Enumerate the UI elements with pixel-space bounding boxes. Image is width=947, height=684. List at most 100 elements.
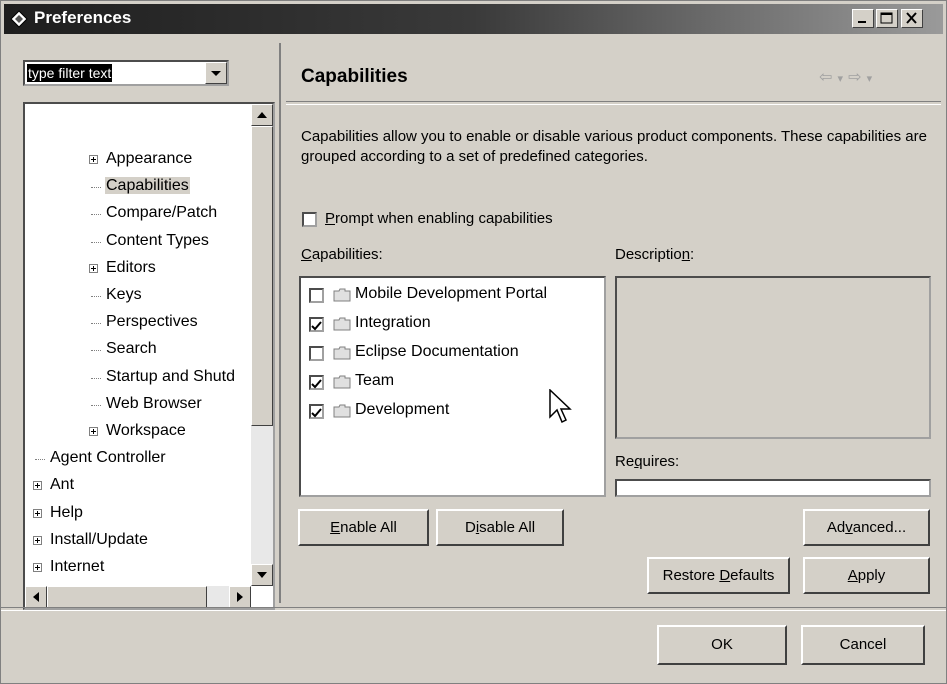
back-arrow-icon[interactable]: ⇦ [819,67,832,86]
tree-item-label: Keys [106,286,142,303]
tree-connector [91,187,101,189]
tree-item[interactable]: Web Browser [91,395,203,417]
prompt-label-text: rompt when enabling capabilities [335,210,553,227]
arrow-left-icon [33,592,39,602]
capability-label: Development [355,401,450,418]
expand-icon[interactable] [33,535,42,545]
window-title: Preferences [34,8,132,27]
expand-icon[interactable] [89,263,98,273]
minimize-button[interactable] [852,9,874,28]
scroll-thumb[interactable] [251,126,273,426]
scroll-down-button[interactable] [251,564,273,586]
tree-item[interactable]: Keys [91,286,143,308]
left-pane: type filter text Appearance Capabilities C… [9,43,275,610]
capability-label: Team [355,372,395,389]
tree-item[interactable]: Agent Controller [35,449,167,471]
requires-label-head: Re [615,453,635,470]
cancel-button[interactable]: Cancel [801,625,925,665]
advanced-tail: anced... [852,519,907,536]
folder-icon [333,375,351,389]
arrow-right-icon [237,592,243,602]
capability-checkbox[interactable] [309,346,324,361]
tree-horizontal-scrollbar[interactable] [25,586,251,608]
tree-item-label: Search [106,340,157,358]
scroll-right-button[interactable] [229,586,251,608]
tree-connector [91,350,101,352]
forward-dropdown-icon[interactable]: ▾ [867,72,873,85]
title-bar[interactable]: Preferences [4,4,943,34]
arrow-up-icon [257,112,267,118]
preferences-tree[interactable]: Appearance Capabilities Compare/Patch Conte… [23,102,275,610]
checkmark-icon [311,379,322,389]
tree-item[interactable]: Workspace [89,422,187,444]
capability-checkbox[interactable] [309,404,324,419]
scroll-up-button[interactable] [251,104,273,126]
expand-icon[interactable] [33,508,42,518]
apply-rest: pply [857,567,886,584]
description-box [615,276,931,439]
history-nav: ⇦ ▾ ⇨ ▾ [819,67,872,86]
prompt-checkbox[interactable] [302,212,317,227]
enable-all-button[interactable]: Enable All [298,509,429,546]
filter-text[interactable]: type filter text [27,64,113,82]
capability-label: Mobile Development Portal [355,285,548,302]
prompt-label[interactable]: Prompt when enabling capabilities [325,210,553,227]
tree-item[interactable]: Startup and Shutd [91,368,236,390]
capability-label: Eclipse Documentation [355,343,519,360]
restore-defaults-button[interactable]: Restore Defaults [647,557,790,594]
ok-button[interactable]: OK [657,625,787,665]
expand-icon[interactable] [89,155,98,164]
tree-item[interactable]: Ant [33,476,75,498]
tree-item[interactable]: Content Types [91,232,210,254]
expand-icon[interactable] [33,563,42,572]
folder-icon [333,317,351,331]
advanced-button[interactable]: Advanced... [803,509,930,546]
tree-item[interactable]: Editors [89,258,157,281]
back-dropdown-icon[interactable]: ▾ [838,72,844,85]
capabilities-label-text: apabilities: [311,246,383,263]
tree-vertical-scrollbar[interactable] [251,104,273,586]
close-button[interactable] [901,9,923,28]
tree-item-label: Editors [106,258,156,276]
disable-all-tail: sable All [479,519,536,536]
maximize-button[interactable] [876,9,898,28]
tree-item[interactable]: Perspectives [91,313,199,335]
advanced-u: v [845,519,853,536]
tree-item[interactable]: Help [33,504,84,526]
pane-divider[interactable] [279,43,281,603]
filter-dropdown-button[interactable] [205,62,227,84]
bottom-separator [1,607,946,611]
capability-checkbox[interactable] [309,375,324,390]
forward-arrow-icon[interactable]: ⇨ [848,67,861,86]
preferences-window: Preferences type filter text Appearance C… [0,0,947,684]
hscroll-thumb[interactable] [47,586,207,608]
page-title: Capabilities [301,66,408,87]
apply-button[interactable]: Apply [803,557,930,594]
expand-icon[interactable] [89,427,98,436]
tree-item[interactable]: Install/Update [33,530,149,553]
description-label: Description: [615,246,694,263]
tree-item[interactable]: Appearance [89,150,193,172]
filter-input[interactable]: type filter text [23,60,229,86]
tree-item-label: Workspace [106,422,186,439]
disable-all-button[interactable]: Disable All [436,509,564,546]
scroll-left-button[interactable] [25,586,47,608]
tree-item[interactable]: Compare/Patch [91,204,218,226]
tree-item-label: Install/Update [50,530,148,548]
close-icon [906,12,917,24]
checkmark-icon [311,321,322,331]
disable-all-head: D [464,519,476,536]
capabilities-list[interactable]: Mobile Development Portal Integration Ecli… [299,276,606,497]
description-label-u: n [681,246,691,263]
tree-item[interactable]: Search [91,340,158,362]
capability-label: Integration [355,314,431,331]
capability-checkbox[interactable] [309,317,324,332]
tree-item-label: Ant [50,476,75,494]
enable-all-first: E [330,519,341,536]
capability-checkbox[interactable] [309,288,324,303]
expand-icon[interactable] [33,481,42,491]
tree-item-label: Internet [50,558,105,575]
tree-item[interactable]: Capabilities [91,177,190,199]
tree-item[interactable]: Internet [33,558,105,580]
requires-box [615,479,931,497]
